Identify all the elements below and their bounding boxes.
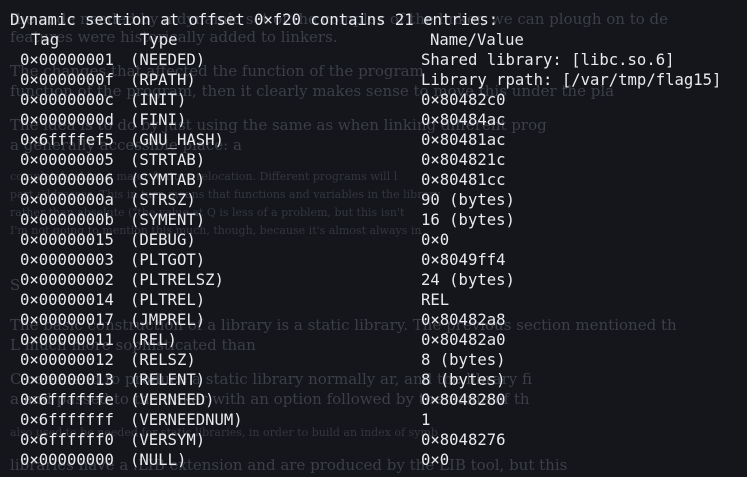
entry-tag: 0×0000000d bbox=[20, 111, 114, 129]
entry-type: (PLTREL) bbox=[130, 291, 206, 309]
entry-tag: 0×0000000c bbox=[20, 91, 114, 109]
entry-value: 8 (bytes) bbox=[421, 351, 506, 369]
entry-value: 0×0 bbox=[421, 451, 450, 469]
entry-value: 0×80482a0 bbox=[421, 331, 506, 349]
entry-value: 0×804821c bbox=[421, 151, 506, 169]
entry-type: (STRSZ) bbox=[130, 191, 196, 209]
entry-tag: 0×00000012 bbox=[20, 351, 114, 369]
entry-tag: 0×00000014 bbox=[20, 291, 114, 309]
entry-type: (RELSZ) bbox=[130, 351, 196, 369]
entry-type: (REL) bbox=[130, 331, 177, 349]
entry-type: (VERSYM) bbox=[130, 431, 206, 449]
entry-value: 16 (bytes) bbox=[421, 211, 515, 229]
entry-tag: 0×00000000 bbox=[20, 451, 114, 469]
entry-tag: 0×6ffffff0 bbox=[20, 431, 114, 449]
entry-tag: 0×0000000f bbox=[20, 71, 114, 89]
entry-value: 0×8048276 bbox=[421, 431, 506, 449]
entry-tag: 0×00000011 bbox=[20, 331, 114, 349]
entry-type: (SYMENT) bbox=[130, 211, 206, 229]
entry-tag: 0×6ffffef5 bbox=[20, 131, 114, 149]
entry-tag: 0×00000013 bbox=[20, 371, 114, 389]
entry-tag: 0×00000003 bbox=[20, 251, 114, 269]
entry-type: (PLTRELSZ) bbox=[130, 271, 224, 289]
entry-tag: 0×00000001 bbox=[20, 51, 114, 69]
entry-type: (SYMTAB) bbox=[130, 171, 206, 189]
column-header-type: Type bbox=[140, 31, 178, 49]
entry-type: (DEBUG) bbox=[130, 231, 196, 249]
entry-type: (RPATH) bbox=[130, 71, 196, 89]
entry-type: (VERNEED) bbox=[130, 391, 215, 409]
entry-tag: 0×6ffffffe bbox=[20, 391, 114, 409]
entry-value: 90 (bytes) bbox=[421, 191, 515, 209]
entry-type: (PLTGOT) bbox=[130, 251, 206, 269]
terminal-output: Dynamic section at offset 0×f20 contains… bbox=[0, 0, 747, 477]
entry-value: 0×80481ac bbox=[421, 131, 506, 149]
entry-value: Shared library: [libc.so.6] bbox=[421, 51, 675, 69]
entry-type: (NEEDED) bbox=[130, 51, 206, 69]
entry-type: (STRTAB) bbox=[130, 151, 206, 169]
entry-tag: 0×00000002 bbox=[20, 271, 114, 289]
entry-type: (FINI) bbox=[130, 111, 187, 129]
entry-type: (RELENT) bbox=[130, 371, 206, 389]
entry-value: Library rpath: [/var/tmp/flag15] bbox=[421, 71, 722, 89]
entry-tag: 0×0000000b bbox=[20, 211, 114, 229]
entry-type: (JMPREL) bbox=[130, 311, 206, 329]
entry-value: 0×80481cc bbox=[421, 171, 506, 189]
entry-tag: 0×00000006 bbox=[20, 171, 114, 189]
entry-value: 0×80482c0 bbox=[421, 91, 506, 109]
entry-value: 8 (bytes) bbox=[421, 371, 506, 389]
entry-value: 0×0 bbox=[421, 231, 450, 249]
dynamic-section-title: Dynamic section at offset 0×f20 contains… bbox=[10, 11, 499, 29]
entry-tag: 0×0000000a bbox=[20, 191, 114, 209]
entry-tag: 0×00000005 bbox=[20, 151, 114, 169]
entry-value: 24 (bytes) bbox=[421, 271, 515, 289]
entry-type: (VERNEEDNUM) bbox=[130, 411, 243, 429]
entry-value: 0×80484ac bbox=[421, 111, 506, 129]
entry-tag: 0×00000015 bbox=[20, 231, 114, 249]
entry-value: 1 bbox=[421, 411, 431, 429]
entry-value: 0×8048280 bbox=[421, 391, 506, 409]
entry-type: (NULL) bbox=[130, 451, 187, 469]
column-header-value: Name/Value bbox=[430, 31, 524, 49]
entry-tag: 0×6fffffff bbox=[20, 411, 114, 429]
entry-tag: 0×00000017 bbox=[20, 311, 114, 329]
entry-type: (INIT) bbox=[130, 91, 187, 109]
column-header-tag: Tag bbox=[31, 31, 60, 49]
entry-value: REL bbox=[421, 291, 450, 309]
entry-value: 0×80482a8 bbox=[421, 311, 506, 329]
entry-type: (GNU_HASH) bbox=[130, 131, 224, 149]
entry-value: 0×8049ff4 bbox=[421, 251, 506, 269]
